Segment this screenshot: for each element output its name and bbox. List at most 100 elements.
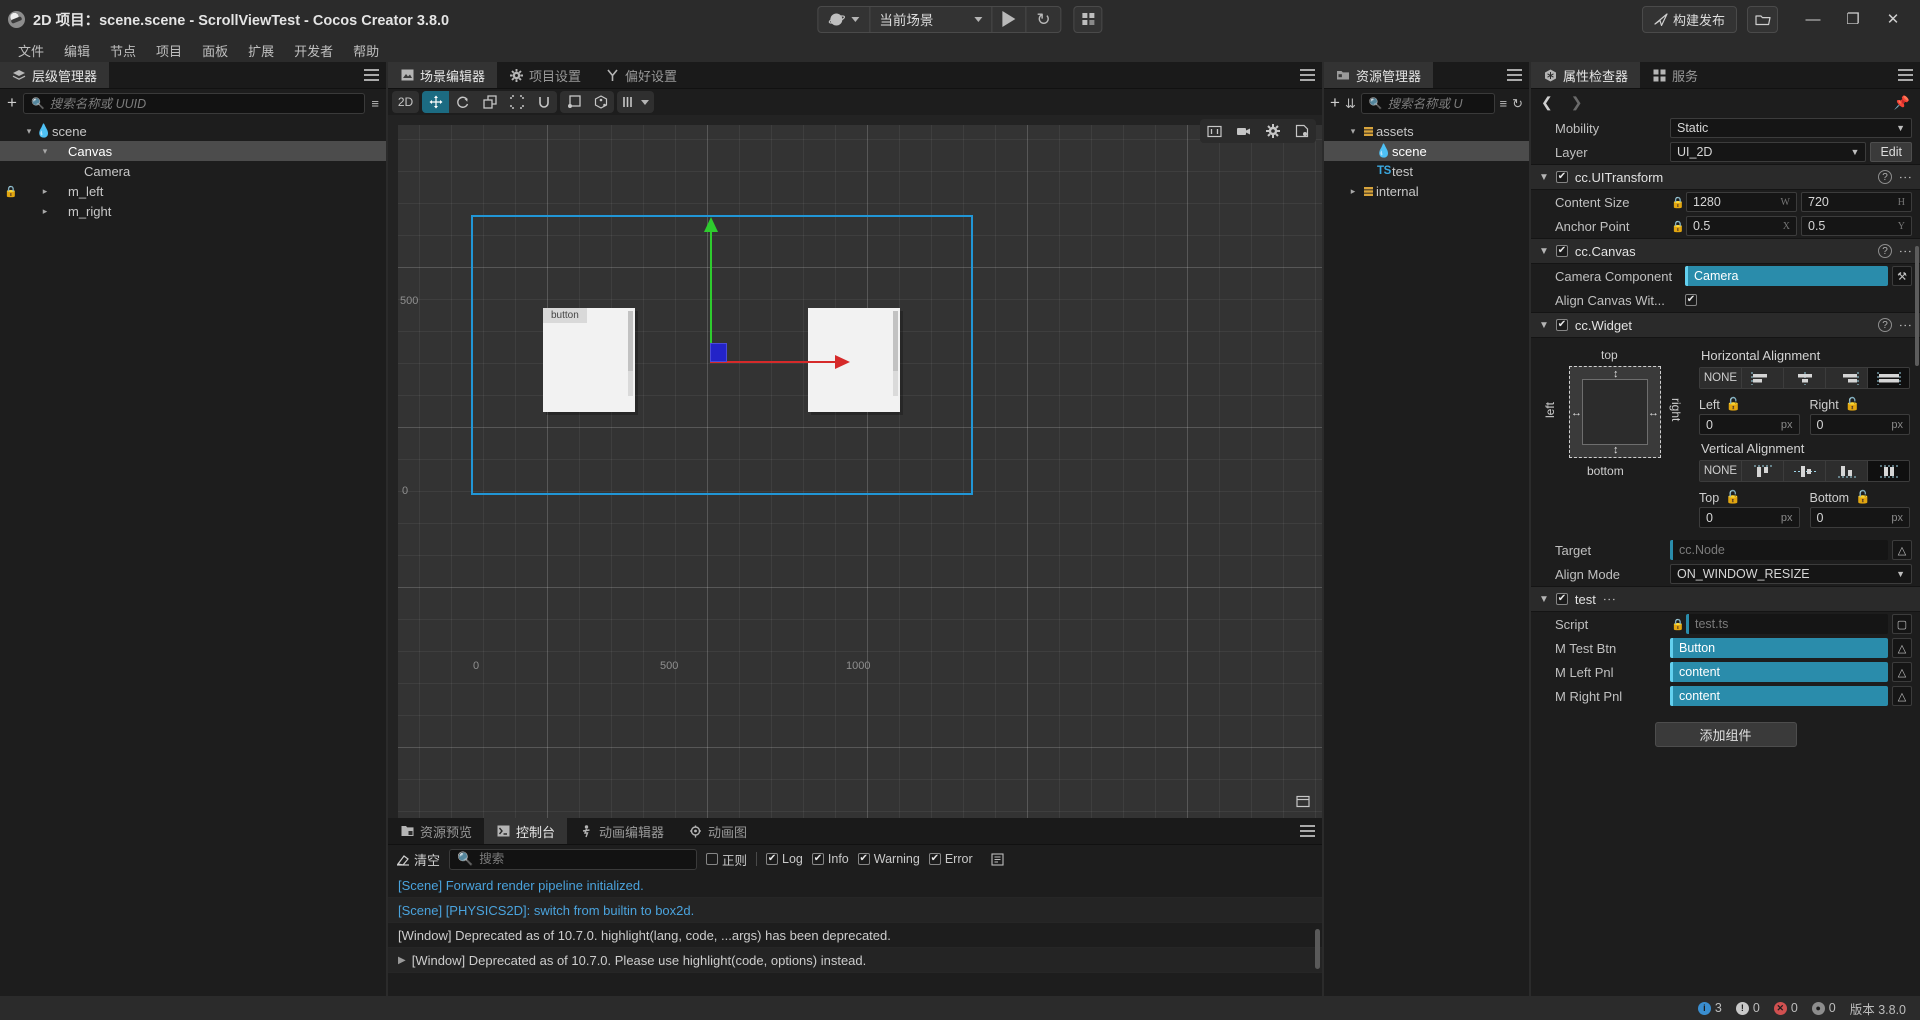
assets-filter-icon[interactable]: ≡ [1500, 96, 1508, 111]
magnet-tool-button[interactable] [530, 91, 557, 113]
component-header-uitransform[interactable]: ▼ cc.UITransform ? ⋮ [1531, 164, 1920, 190]
coordinate-space-button[interactable] [587, 91, 614, 113]
assets-item-assets[interactable]: assets [1324, 121, 1529, 141]
console-filter-warning[interactable]: Warning [857, 852, 920, 866]
menu-item-6[interactable]: 开发者 [284, 39, 343, 62]
minimize-button[interactable]: — [1794, 3, 1832, 35]
tab-hierarchy[interactable]: 层级管理器 [0, 62, 110, 88]
tab-menu-button[interactable] [1292, 818, 1322, 844]
m-test-btn-objectfield[interactable]: Button [1670, 638, 1888, 658]
console-log-row[interactable]: [Scene] [PHYSICS2D]: switch from builtin… [388, 898, 1322, 923]
canvas-enable-checkbox[interactable] [1555, 245, 1568, 257]
assets-item-test[interactable]: TS test [1324, 161, 1529, 181]
hierarchy-menu-button[interactable] [356, 62, 386, 88]
tab-服务[interactable]: 服务 [1640, 62, 1711, 88]
valign-stretch-v[interactable] [1868, 461, 1909, 481]
add-component-button[interactable]: 添加组件 [1654, 722, 1797, 747]
align-canvas-checkbox[interactable] [1685, 294, 1697, 306]
menu-item-3[interactable]: 项目 [146, 39, 192, 62]
menu-item-1[interactable]: 编辑 [54, 39, 100, 62]
menu-item-5[interactable]: 扩展 [238, 39, 284, 62]
camera-preview-button[interactable] [1230, 120, 1257, 142]
menu-item-4[interactable]: 面板 [192, 39, 238, 62]
lock-icon[interactable]: 🔒 [1670, 220, 1686, 233]
valign-bottom-align[interactable] [1826, 461, 1868, 481]
hierarchy-filter-icon[interactable]: ≡ [371, 96, 379, 111]
expand-icon[interactable]: ▶ [398, 955, 406, 966]
halign-right-align[interactable] [1826, 368, 1868, 388]
component-menu-icon[interactable]: ⋮ [1898, 319, 1913, 332]
console-filter-正则[interactable]: 正则 [706, 850, 747, 869]
top-offset-input[interactable]: 0 px [1699, 507, 1800, 528]
node-pivot-button[interactable] [560, 91, 587, 113]
panel-scrollbar-thumb[interactable] [893, 311, 898, 372]
hierarchy-item-scene[interactable]: 💧scene [0, 121, 386, 141]
gizmo-visibility-button[interactable] [617, 91, 654, 113]
help-icon[interactable]: ? [1878, 244, 1892, 258]
valign-middle-align[interactable] [1784, 461, 1826, 481]
scene-viewport[interactable]: 500 0 0 500 1000 button [388, 115, 1322, 818]
checkbox-icon[interactable] [766, 853, 779, 865]
left-offset-input[interactable]: 0 px [1699, 414, 1800, 435]
widget-target-objectfield[interactable]: cc.Node [1670, 540, 1888, 560]
refresh-button[interactable]: ↻ [1026, 7, 1060, 32]
component-menu-icon[interactable]: ⋮ [1898, 171, 1913, 184]
inspector-scrollbar-thumb[interactable] [1915, 246, 1919, 366]
design-resolution-button[interactable] [1201, 120, 1228, 142]
gizmo-z-handle[interactable] [710, 343, 727, 362]
tab-assets[interactable]: 资源管理器 [1324, 62, 1434, 88]
checkbox-icon[interactable] [857, 853, 870, 865]
chevron-down-icon[interactable]: ▼ [1539, 594, 1549, 605]
scene-node-left-panel[interactable]: button [543, 308, 635, 412]
help-icon[interactable]: ? [1878, 170, 1892, 184]
tab-动画图[interactable]: 动画图 [676, 818, 760, 844]
right-offset-input[interactable]: 0 px [1809, 414, 1910, 435]
lock-icon[interactable]: 🔒 [1670, 196, 1686, 209]
help-icon[interactable]: ? [1878, 318, 1892, 332]
play-button[interactable] [992, 6, 1027, 32]
console-log-row[interactable]: ▶ [Window] Deprecated as of 10.7.0. Pleas… [388, 948, 1322, 973]
tree-toggle-icon[interactable] [1346, 126, 1360, 137]
scene-settings-button[interactable] [1259, 120, 1286, 142]
console-filter-error[interactable]: Error [928, 852, 973, 866]
component-header-canvas[interactable]: ▼ cc.Canvas ? ⋮ [1531, 238, 1920, 264]
preview-device-button[interactable] [818, 6, 871, 32]
hierarchy-search-input[interactable] [49, 96, 358, 111]
tab-menu-button[interactable] [1292, 62, 1322, 88]
anchor-y-input[interactable]: 0.5 Y [1801, 216, 1912, 236]
console-log-row[interactable]: [Window] Deprecated as of 10.7.0. highli… [388, 923, 1322, 948]
menu-item-0[interactable]: 文件 [8, 39, 54, 62]
align-mode-dropdown[interactable]: ON_WINDOW_RESIZE ▼ [1670, 564, 1912, 584]
camera-component-picker-button[interactable]: ⚒ [1892, 266, 1912, 286]
tab-偏好设置[interactable]: 偏好设置 [593, 62, 690, 88]
assets-search[interactable]: 🔍 [1360, 93, 1551, 114]
chevron-down-icon[interactable]: ▼ [1539, 172, 1549, 183]
qrcode-button[interactable] [1073, 5, 1103, 33]
chevron-down-icon[interactable]: ▼ [1539, 320, 1549, 331]
script-picker-button[interactable]: ▢ [1892, 614, 1912, 634]
build-publish-button[interactable]: 构建发布 [1641, 5, 1737, 33]
tree-toggle-icon[interactable] [38, 146, 52, 157]
console-display-mode-button[interactable] [984, 848, 1011, 870]
scene-select-dropdown[interactable]: 当前场景 [870, 6, 993, 32]
rotate-tool-button[interactable] [449, 91, 476, 113]
console-filter-info[interactable]: Info [811, 852, 849, 866]
assets-item-internal[interactable]: internal [1324, 181, 1529, 201]
unlock-icon[interactable]: 🔓 [1855, 490, 1871, 505]
component-menu-icon[interactable]: ⋮ [1898, 245, 1913, 258]
assets-search-input[interactable] [1387, 96, 1551, 111]
pin-icon[interactable]: 📌 [1894, 95, 1910, 111]
checkbox-icon[interactable] [928, 853, 941, 865]
widget-target-picker-button[interactable]: △ [1892, 540, 1912, 560]
hierarchy-item-m_right[interactable]: m_right [0, 201, 386, 221]
hierarchy-item-camera[interactable]: Camera [0, 161, 386, 181]
console-log-row[interactable]: [Scene] Forward render pipeline initiali… [388, 873, 1322, 898]
console-filter-log[interactable]: Log [766, 852, 803, 866]
hierarchy-item-canvas[interactable]: Canvas [0, 141, 386, 161]
m-right-pnl-objectfield[interactable]: content [1670, 686, 1888, 706]
anchor-x-input[interactable]: 0.5 X [1686, 216, 1797, 236]
menu-item-2[interactable]: 节点 [100, 39, 146, 62]
assets-sort-icon[interactable]: ⇊ [1345, 96, 1356, 112]
uitransform-enable-checkbox[interactable] [1555, 171, 1568, 183]
layer-edit-button[interactable]: Edit [1870, 142, 1912, 162]
